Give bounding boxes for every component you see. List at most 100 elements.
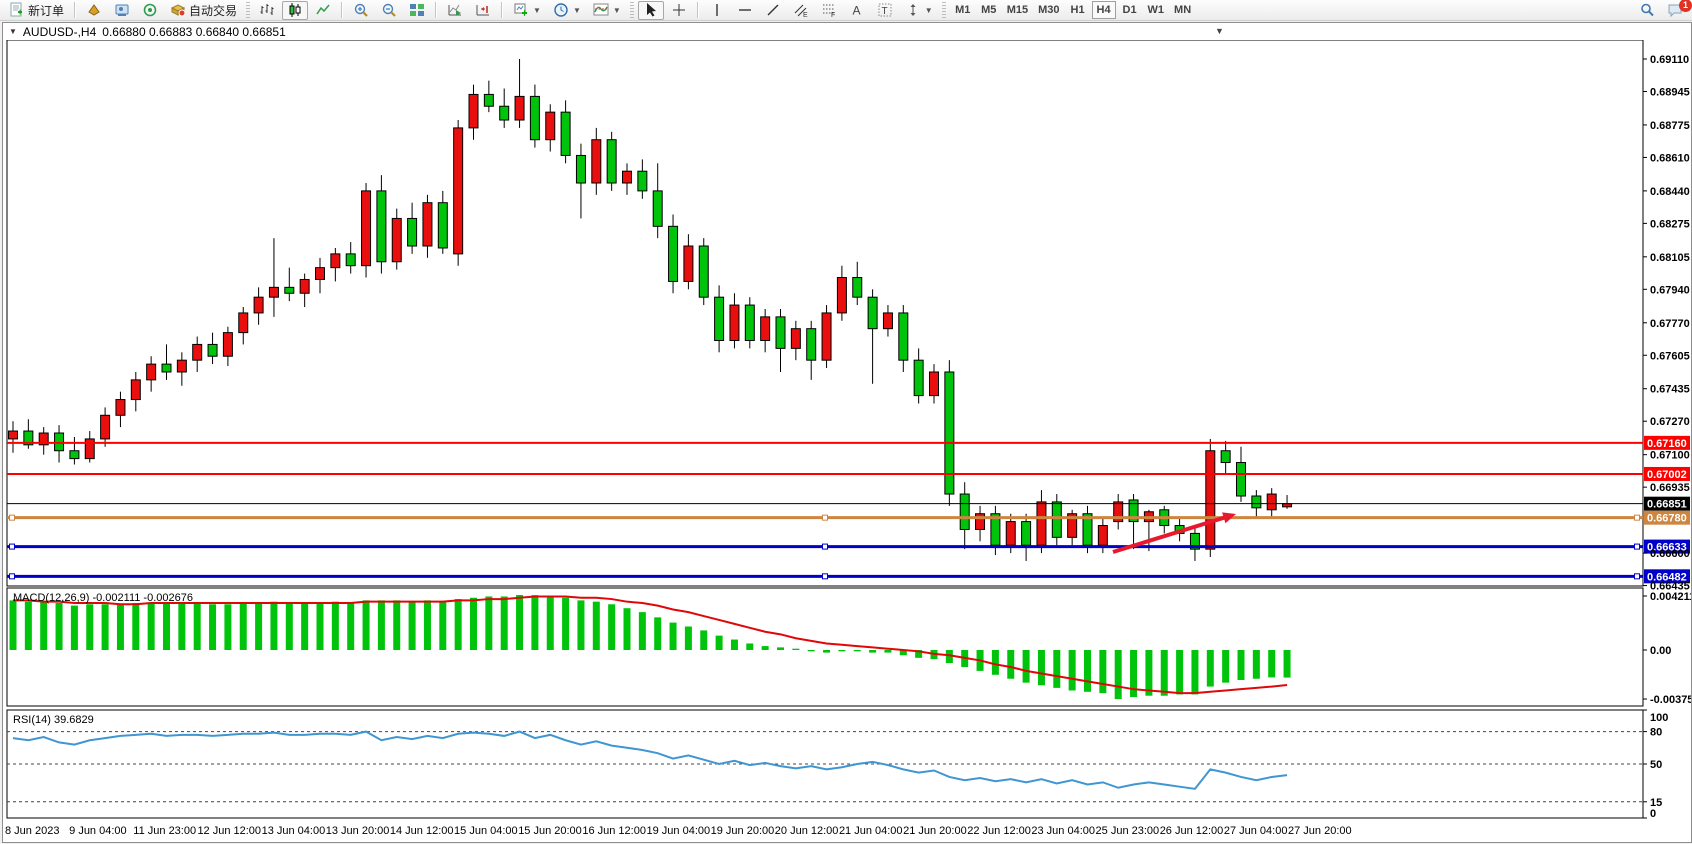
text-label-button[interactable]: T	[872, 1, 898, 20]
periods-dropdown[interactable]: ▼	[548, 1, 586, 20]
candlestick[interactable]	[761, 317, 770, 341]
timeframe-m5[interactable]: M5	[977, 1, 1001, 19]
candlestick[interactable]	[116, 400, 125, 416]
chart-shift-marker[interactable]: ▼	[1215, 26, 1224, 36]
candlestick[interactable]	[945, 372, 954, 494]
chart-shift-button[interactable]	[470, 1, 496, 20]
candlestick[interactable]	[1022, 522, 1031, 546]
cursor-button[interactable]	[638, 1, 664, 20]
candlestick[interactable]	[316, 268, 325, 280]
candlestick[interactable]	[438, 203, 447, 248]
candlestick[interactable]	[914, 360, 923, 395]
candlestick[interactable]	[193, 344, 202, 360]
new-chart-dropdown[interactable]: ▼	[508, 1, 546, 20]
candlestick[interactable]	[208, 344, 217, 356]
candlestick[interactable]	[776, 317, 785, 348]
candlestick[interactable]	[1237, 463, 1246, 496]
notifications-button[interactable]: 1	[1662, 1, 1688, 20]
timeframe-m1[interactable]: M1	[951, 1, 975, 19]
candlestick[interactable]	[976, 514, 985, 530]
horizontal-line-button[interactable]	[732, 1, 758, 20]
fibonacci-button[interactable]: F	[816, 1, 842, 20]
timeframe-d1[interactable]: D1	[1118, 1, 1142, 19]
bar-chart-button[interactable]	[254, 1, 280, 20]
line-chart-button[interactable]	[310, 1, 336, 20]
candlestick[interactable]	[1006, 522, 1015, 546]
timeframe-m30[interactable]: M30	[1034, 1, 1063, 19]
line-handle[interactable]	[823, 544, 828, 549]
candlestick[interactable]	[331, 254, 340, 268]
candlestick[interactable]	[285, 287, 294, 293]
candlestick[interactable]	[960, 494, 969, 529]
timeframe-h1[interactable]: H1	[1066, 1, 1090, 19]
candlestick[interactable]	[147, 364, 156, 380]
candlestick[interactable]	[653, 191, 662, 226]
candlestick[interactable]	[346, 254, 355, 266]
candlestick[interactable]	[699, 246, 708, 297]
line-handle[interactable]	[823, 574, 828, 579]
candlestick[interactable]	[837, 278, 846, 313]
candlestick[interactable]	[1221, 451, 1230, 463]
candlestick[interactable]	[669, 226, 678, 281]
toolbar-grip[interactable]	[630, 2, 634, 18]
line-handle[interactable]	[823, 515, 828, 520]
line-handle[interactable]	[10, 544, 15, 549]
candlestick[interactable]	[853, 278, 862, 298]
candlestick-chart-button[interactable]	[282, 1, 308, 20]
arrows-dropdown[interactable]: ▼	[900, 1, 938, 20]
line-handle[interactable]	[1635, 515, 1640, 520]
candlestick[interactable]	[561, 112, 570, 155]
candlestick[interactable]	[607, 140, 616, 183]
candlestick[interactable]	[254, 297, 263, 313]
toolbar-grip[interactable]	[942, 2, 946, 18]
editor-button[interactable]	[109, 1, 135, 20]
candlestick[interactable]	[1206, 451, 1215, 549]
candlestick[interactable]	[1267, 494, 1276, 510]
candlestick[interactable]	[269, 287, 278, 297]
candlestick[interactable]	[469, 94, 478, 127]
candlestick[interactable]	[899, 313, 908, 360]
candlestick[interactable]	[822, 313, 831, 360]
toolbar-grip[interactable]	[246, 2, 250, 18]
candlestick[interactable]	[9, 431, 18, 439]
line-handle[interactable]	[1635, 544, 1640, 549]
timeframe-w1[interactable]: W1	[1144, 1, 1169, 19]
candlestick[interactable]	[500, 106, 509, 120]
search-button[interactable]	[1634, 1, 1660, 20]
candlestick[interactable]	[684, 246, 693, 281]
candlestick[interactable]	[515, 96, 524, 120]
text-button[interactable]: A	[844, 1, 870, 20]
candlestick[interactable]	[1037, 502, 1046, 545]
signals-button[interactable]	[137, 1, 163, 20]
candlestick[interactable]	[883, 313, 892, 329]
candlestick[interactable]	[1052, 502, 1061, 537]
candlestick[interactable]	[592, 140, 601, 183]
candlestick[interactable]	[638, 171, 647, 191]
candlestick[interactable]	[377, 191, 386, 262]
indicators-dropdown[interactable]: ▼	[588, 1, 626, 20]
candlestick[interactable]	[930, 372, 939, 396]
timeframe-m15[interactable]: M15	[1003, 1, 1032, 19]
equidistant-channel-button[interactable]: E	[788, 1, 814, 20]
chart-canvas[interactable]: 0.671600.670020.668510.667800.666330.664…	[3, 40, 1691, 842]
candlestick[interactable]	[576, 155, 585, 183]
tile-windows-button[interactable]	[404, 1, 430, 20]
candlestick[interactable]	[1098, 526, 1107, 546]
line-handle[interactable]	[1635, 574, 1640, 579]
candlestick[interactable]	[239, 313, 248, 333]
metaeditor-button[interactable]	[81, 1, 107, 20]
candlestick[interactable]	[791, 329, 800, 349]
line-handle[interactable]	[10, 515, 15, 520]
timeframe-mn[interactable]: MN	[1170, 1, 1195, 19]
trendline-button[interactable]	[760, 1, 786, 20]
candlestick[interactable]	[623, 171, 632, 183]
auto-scroll-button[interactable]	[442, 1, 468, 20]
candlestick[interactable]	[423, 203, 432, 246]
candlestick[interactable]	[408, 218, 417, 246]
candlestick[interactable]	[162, 364, 171, 372]
candlestick[interactable]	[177, 360, 186, 372]
candlestick[interactable]	[223, 333, 232, 357]
macd-pane[interactable]	[7, 588, 1643, 706]
candlestick[interactable]	[730, 305, 739, 340]
zoom-in-button[interactable]	[348, 1, 374, 20]
